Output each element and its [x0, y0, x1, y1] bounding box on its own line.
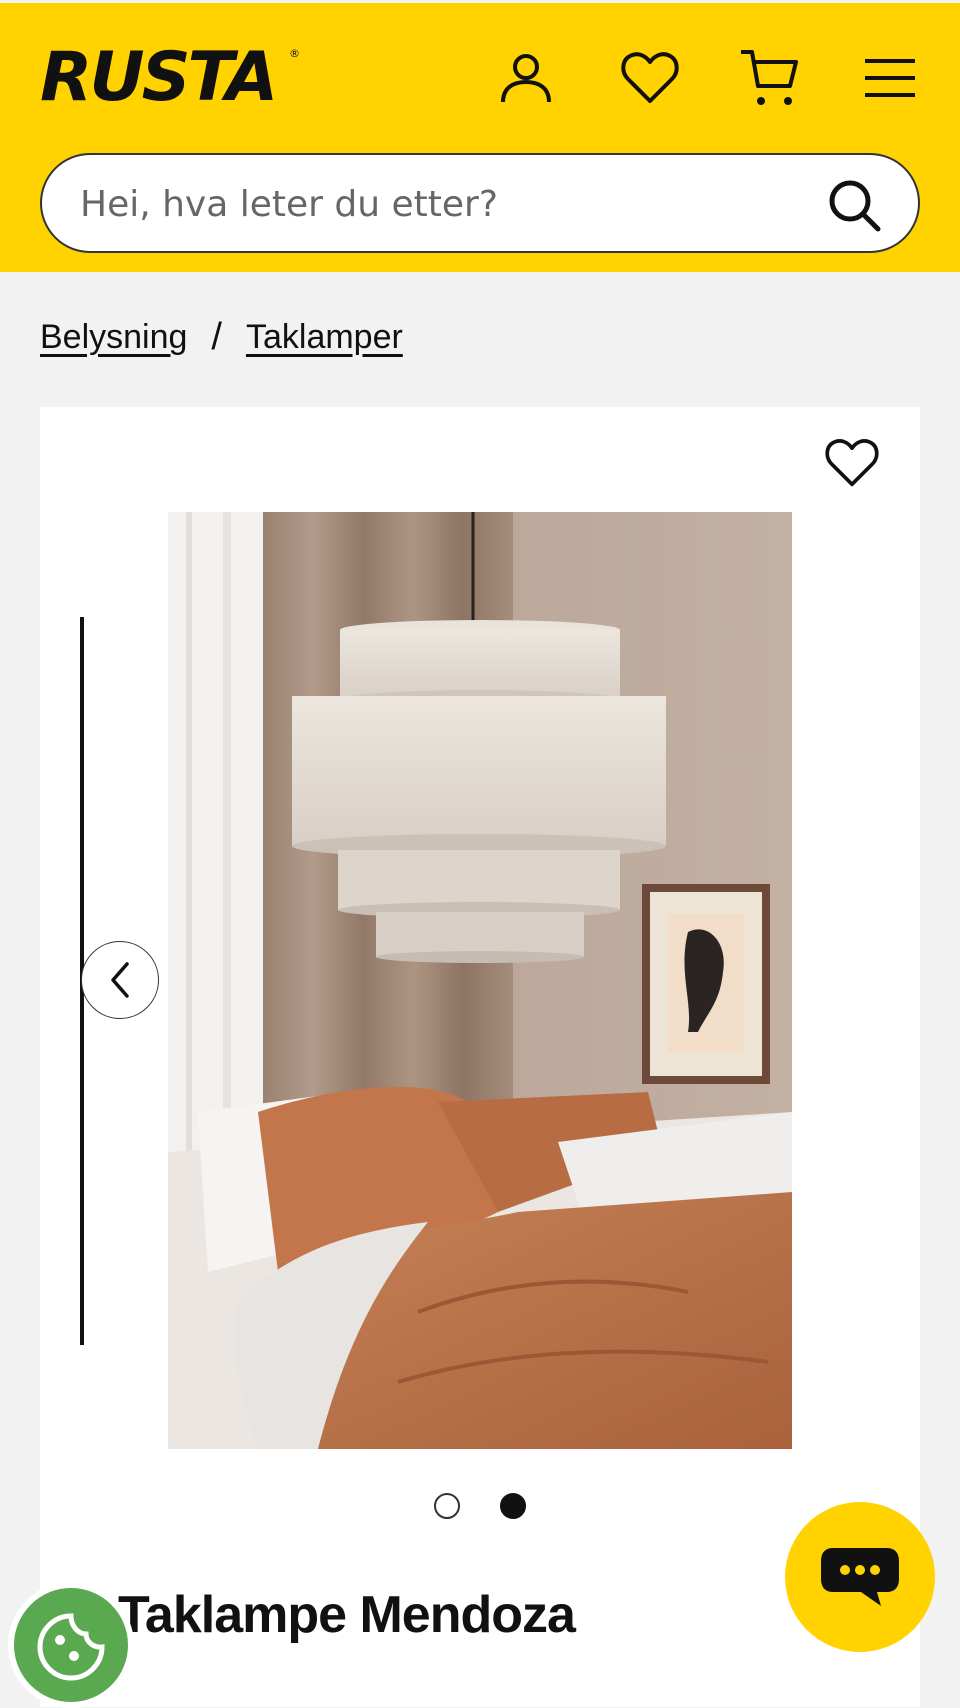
account-button[interactable] [494, 43, 558, 113]
site-header: RUSTA ® [0, 3, 960, 272]
logo-text: RUSTA [40, 38, 278, 117]
chat-bubble-icon [821, 1548, 899, 1606]
previous-image-button[interactable] [81, 941, 159, 1019]
logo-registered-mark: ® [289, 47, 300, 60]
product-card: Taklampe Mendoza [40, 407, 920, 1707]
menu-button[interactable] [858, 43, 922, 113]
pagination-dot-2[interactable] [500, 1493, 526, 1519]
wishlist-button[interactable] [618, 43, 682, 113]
search-icon [829, 180, 881, 232]
menu-icon [865, 59, 915, 97]
pendant-lamp-bedroom-photo [168, 512, 792, 1449]
breadcrumb: Belysning / Taklamper [40, 316, 403, 359]
add-to-wishlist-button[interactable] [820, 431, 884, 495]
search-bar [40, 153, 920, 253]
breadcrumb-separator: / [211, 316, 222, 358]
cookie-settings-button[interactable] [8, 1582, 134, 1708]
product-image[interactable] [168, 512, 792, 1449]
heart-icon [621, 52, 679, 103]
cart-button[interactable] [738, 43, 802, 113]
user-icon [501, 54, 551, 103]
breadcrumb-item-taklamper[interactable]: Taklamper [246, 318, 403, 357]
search-button[interactable] [824, 175, 884, 235]
pagination-dot-1[interactable] [434, 1493, 460, 1519]
heart-icon [825, 439, 879, 487]
rusta-logo[interactable]: RUSTA ® [40, 43, 300, 113]
breadcrumb-item-belysning[interactable]: Belysning [40, 318, 187, 357]
product-title: Taklampe Mendoza [118, 1586, 576, 1644]
cart-icon [741, 50, 798, 105]
chevron-left-icon [111, 962, 129, 998]
cookie-icon [37, 1613, 105, 1681]
image-pagination [40, 1493, 920, 1519]
search-input[interactable] [80, 177, 820, 231]
chat-button[interactable] [785, 1502, 935, 1652]
